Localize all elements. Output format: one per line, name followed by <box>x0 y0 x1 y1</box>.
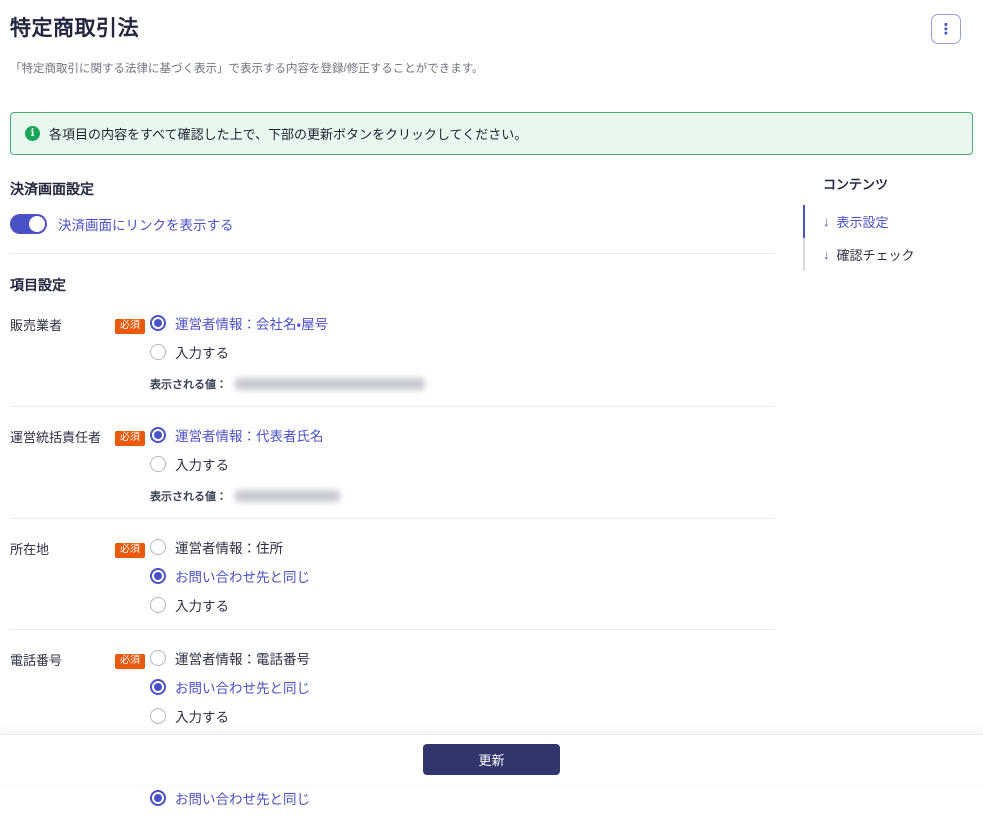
radio-option-label: 運営者情報：住所 <box>175 537 283 557</box>
radio-option-label: 入力する <box>175 706 229 726</box>
required-badge: 必須 <box>115 431 145 446</box>
info-banner: i 各項目の内容をすべて確認した上で、下部の更新ボタンをクリックしてください。 <box>10 112 973 155</box>
setting-row: 販売業者 必須 運営者情報：会社名・屋号 入力する 表示される値： <box>10 295 775 407</box>
page: 特定商取引法 ⋮ 「特定商取引に関する法律に基づく表示」で表示する内容を登録/修… <box>0 0 983 784</box>
payment-link-toggle-row[interactable]: 決済画面にリンクを表示する <box>10 214 775 234</box>
row-label: 運営統括責任者 <box>10 425 115 504</box>
radio-option-label: 運営者情報：電話番号 <box>175 648 310 668</box>
kebab-menu-button[interactable]: ⋮ <box>931 14 961 44</box>
contents-nav-item[interactable]: ↓ 確認チェック <box>803 238 973 271</box>
required-badge: 必須 <box>115 654 145 669</box>
radio-icon[interactable] <box>150 650 166 666</box>
required-badge: 必須 <box>115 319 145 334</box>
radio-option[interactable]: 運営者情報：会社名・屋号 <box>150 313 425 333</box>
displayed-value-line: 表示される値： <box>150 488 340 504</box>
contents-nav-item[interactable]: ↓ 表示設定 <box>803 205 973 238</box>
radio-option-label: 入力する <box>175 342 229 362</box>
radio-option[interactable]: 運営者情報：住所 <box>150 537 310 557</box>
radio-icon[interactable] <box>150 597 166 613</box>
page-title: 特定商取引法 <box>10 12 973 42</box>
radio-option[interactable]: 入力する <box>150 342 425 362</box>
masked-value <box>235 378 425 390</box>
payment-link-toggle-label: 決済画面にリンクを表示する <box>58 214 234 234</box>
radio-option-label: 運営者情報：会社名・屋号 <box>175 313 328 333</box>
radio-option[interactable]: お問い合わせ先と同じ <box>150 788 351 808</box>
radio-icon[interactable] <box>150 315 166 331</box>
radio-icon[interactable] <box>150 790 166 806</box>
kebab-icon: ⋮ <box>939 22 954 37</box>
radio-option-label: 入力する <box>175 595 229 615</box>
radio-option-label: お問い合わせ先と同じ <box>175 566 310 586</box>
radio-option[interactable]: お問い合わせ先と同じ <box>150 677 310 697</box>
row-options: 運営者情報：代表者氏名 入力する 表示される値： <box>150 425 340 504</box>
section-divider <box>10 253 775 254</box>
row-label: 電話番号 <box>10 648 115 726</box>
main-column: 決済画面設定 決済画面にリンクを表示する 項目設定 販売業者 必須 運営者情報：… <box>10 179 775 822</box>
contents-nav: コンテンツ ↓ 表示設定 ↓ 確認チェック <box>803 174 973 271</box>
contents-items: ↓ 表示設定 ↓ 確認チェック <box>803 205 973 271</box>
setting-row: 運営統括責任者 必須 運営者情報：代表者氏名 入力する 表示される値： <box>10 407 775 519</box>
contents-nav-item-label: 表示設定 <box>837 212 889 231</box>
radio-icon[interactable] <box>150 568 166 584</box>
contents-nav-item-label: 確認チェック <box>837 245 915 264</box>
setting-row: 所在地 必須 運営者情報：住所 お問い合わせ先と同じ 入力する <box>10 519 775 630</box>
radio-option[interactable]: 運営者情報：代表者氏名 <box>150 425 340 445</box>
radio-option-label: 運営者情報：代表者氏名 <box>175 425 324 445</box>
row-label: 所在地 <box>10 537 115 615</box>
toggle-knob <box>29 216 45 232</box>
radio-icon[interactable] <box>150 456 166 472</box>
row-label: 販売業者 <box>10 313 115 392</box>
radio-icon[interactable] <box>150 344 166 360</box>
row-options: 運営者情報：会社名・屋号 入力する 表示される値： <box>150 313 425 392</box>
displayed-value-line: 表示される値： <box>150 376 425 392</box>
update-button[interactable]: 更新 <box>423 744 560 775</box>
radio-option[interactable]: 入力する <box>150 454 340 474</box>
toggle-on-icon[interactable] <box>10 214 47 234</box>
payment-screen-section: 決済画面設定 決済画面にリンクを表示する <box>10 179 775 254</box>
required-badge: 必須 <box>115 543 145 558</box>
radio-option-label: お問い合わせ先と同じ <box>175 677 310 697</box>
radio-option[interactable]: 入力する <box>150 706 310 726</box>
radio-option-label: お問い合わせ先と同じ <box>175 788 310 808</box>
row-options: 運営者情報：住所 お問い合わせ先と同じ 入力する <box>150 537 310 615</box>
radio-icon[interactable] <box>150 679 166 695</box>
radio-icon[interactable] <box>150 708 166 724</box>
radio-icon[interactable] <box>150 539 166 555</box>
setting-row: 電話番号 必須 運営者情報：電話番号 お問い合わせ先と同じ 入力する <box>10 630 775 741</box>
contents-heading: コンテンツ <box>823 174 973 193</box>
items-section-heading: 項目設定 <box>10 275 775 295</box>
page-subtitle: 「特定商取引に関する法律に基づく表示」で表示する内容を登録/修正することができま… <box>10 60 973 76</box>
displayed-value-label: 表示される値： <box>150 488 227 504</box>
payment-section-heading: 決済画面設定 <box>10 179 775 199</box>
radio-option-label: 入力する <box>175 454 229 474</box>
radio-option[interactable]: 運営者情報：電話番号 <box>150 648 310 668</box>
arrow-down-icon: ↓ <box>823 247 830 262</box>
radio-option[interactable]: お問い合わせ先と同じ <box>150 566 310 586</box>
footer-action-bar: 更新 <box>0 734 983 784</box>
arrow-down-icon: ↓ <box>823 214 830 229</box>
row-options: 運営者情報：電話番号 お問い合わせ先と同じ 入力する <box>150 648 310 726</box>
masked-value <box>235 490 340 502</box>
displayed-value-label: 表示される値： <box>150 376 227 392</box>
info-banner-text: 各項目の内容をすべて確認した上で、下部の更新ボタンをクリックしてください。 <box>49 124 527 143</box>
info-icon: i <box>25 126 40 141</box>
radio-option[interactable]: 入力する <box>150 595 310 615</box>
header: 特定商取引法 ⋮ 「特定商取引に関する法律に基づく表示」で表示する内容を登録/修… <box>10 12 973 76</box>
radio-icon[interactable] <box>150 427 166 443</box>
